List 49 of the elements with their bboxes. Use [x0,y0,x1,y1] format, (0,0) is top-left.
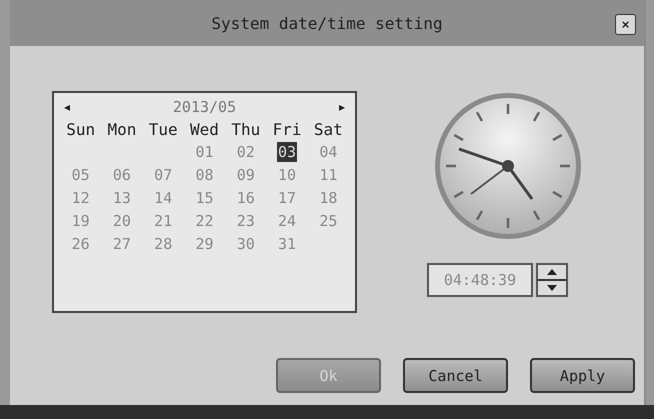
weekday-label: Wed [189,120,220,139]
time-field[interactable]: 04:48:39 [427,263,533,297]
calendar-day[interactable]: 24 [277,211,298,231]
calendar-day[interactable]: 26 [70,234,91,254]
calendar-day[interactable]: 14 [153,188,174,208]
close-button[interactable]: × [615,14,636,35]
window-title: System date/time setting [211,14,443,32]
calendar-day[interactable]: 03 [277,142,298,162]
calendar-day[interactable]: 02 [236,142,256,162]
weekday-label: Thu [230,120,262,139]
calendar-day[interactable]: 15 [194,188,215,208]
calendar-day[interactable]: 28 [153,234,174,254]
calendar-day[interactable]: 20 [112,211,132,231]
calendar-day[interactable]: 01 [194,142,215,162]
calendar-day[interactable]: 21 [153,211,174,231]
calendar-day[interactable]: 07 [153,165,174,185]
next-month-button[interactable]: ▸ [335,100,349,114]
calendar-day[interactable]: 23 [236,211,256,231]
down-arrow-icon [547,285,557,291]
weekday-label: Tue [148,120,179,139]
calendar-day[interactable]: 09 [236,165,256,185]
previous-month-button[interactable]: ◂ [60,100,74,114]
weekday-label: Sun [65,120,96,139]
dialog-button[interactable]: Cancel [403,358,508,393]
calendar-day[interactable]: 04 [318,142,338,162]
dialog-button[interactable]: Apply [530,358,635,393]
calendar-day[interactable]: 22 [194,211,215,231]
month-label: 2013/05 [172,98,236,116]
calendar-day[interactable]: 11 [318,165,338,185]
calendar-day[interactable]: 12 [70,188,91,208]
up-arrow-icon [547,269,557,275]
calendar-day[interactable]: 19 [70,211,91,231]
weekday-label: Mon [106,120,138,139]
calendar-day[interactable]: 06 [112,165,132,185]
calendar-day[interactable]: 16 [236,188,256,208]
time-spinner[interactable] [536,263,568,297]
calendar-day[interactable]: 27 [112,234,132,254]
calendar-day[interactable]: 25 [318,211,338,231]
calendar-day[interactable]: 31 [277,234,298,254]
calendar-day[interactable]: 10 [277,165,298,185]
calendar-day[interactable]: 29 [194,234,215,254]
calendar-day[interactable]: 05 [70,165,91,185]
weekday-label: Sat [312,120,344,139]
calendar-day[interactable]: 13 [112,188,132,208]
calendar-day[interactable]: 30 [236,234,256,254]
calendar-day[interactable]: 17 [277,188,298,208]
weekday-label: Fri [272,120,303,139]
calendar-day[interactable]: 08 [194,165,215,185]
calendar-day[interactable]: 18 [318,188,338,208]
